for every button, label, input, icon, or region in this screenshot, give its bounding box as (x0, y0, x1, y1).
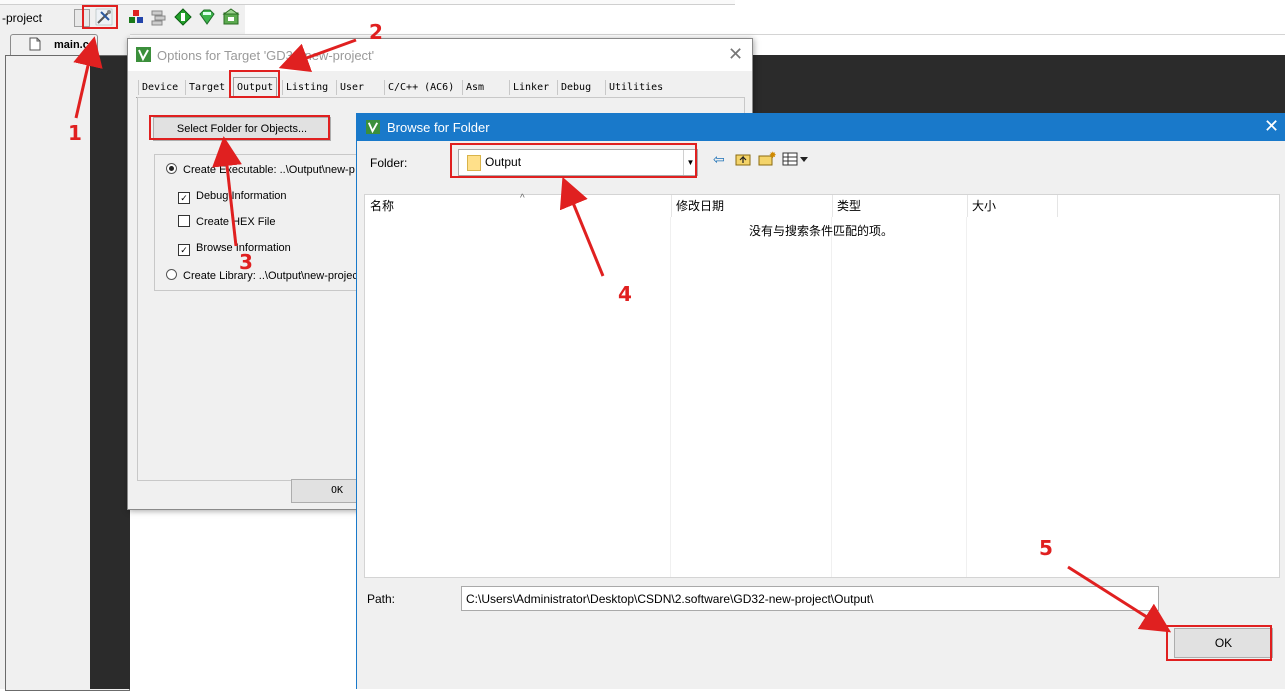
arrow-1 (73, 36, 103, 119)
arrow-2 (278, 38, 357, 72)
annotation-number-5: 5 (1039, 536, 1053, 560)
annotation-number-1: 1 (68, 121, 82, 145)
arrow-5 (1067, 565, 1172, 633)
annotation-number-2: 2 (369, 20, 383, 44)
annotation-number-4: 4 (618, 282, 632, 306)
arrow-4 (559, 176, 605, 277)
annotation-number-3: 3 (239, 250, 253, 274)
annotation-arrows (73, 36, 1172, 633)
arrow-3 (212, 136, 242, 247)
